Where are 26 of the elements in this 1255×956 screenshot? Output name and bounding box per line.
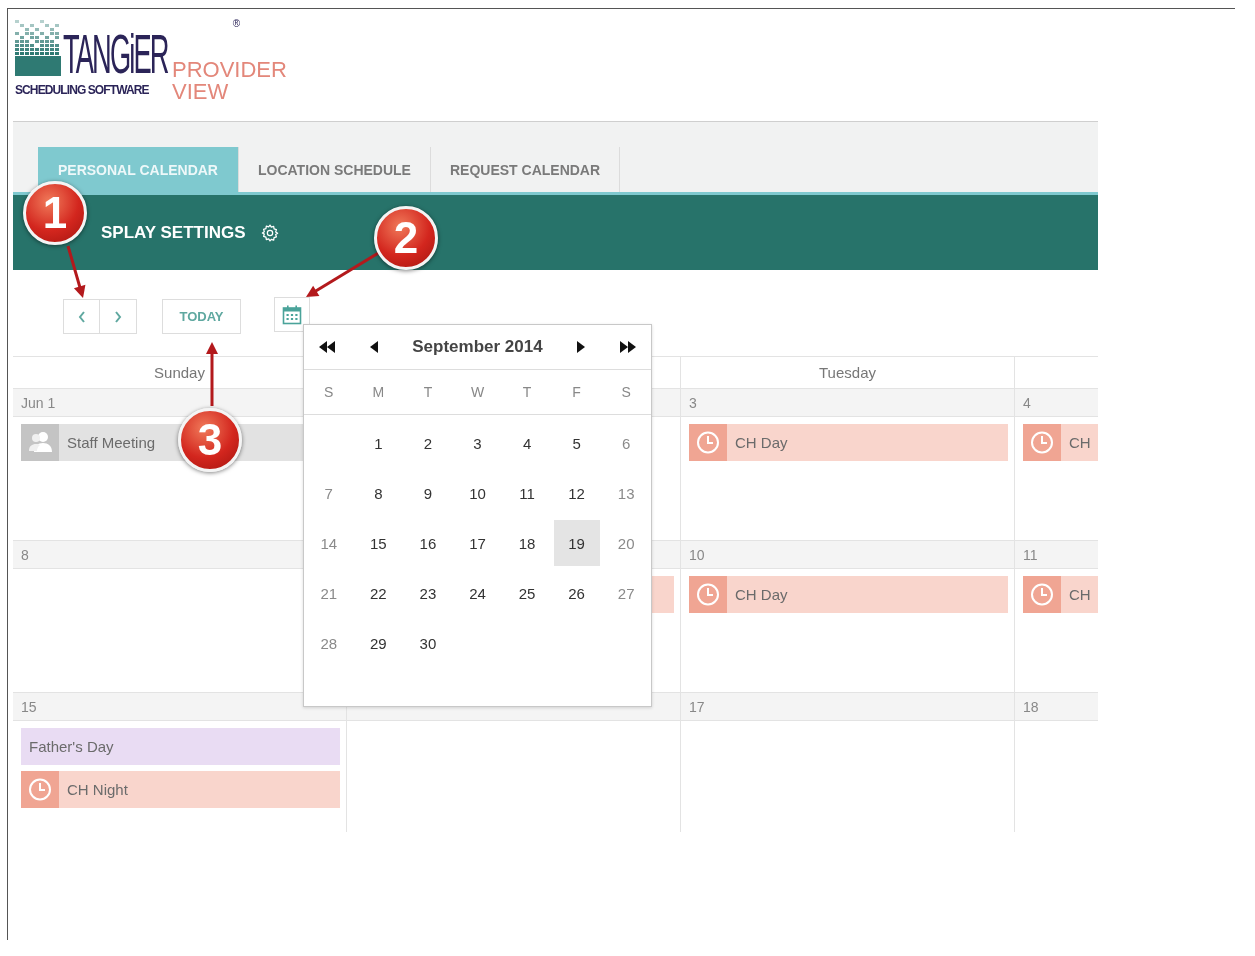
- registered-mark: ®: [232, 18, 241, 29]
- event-title: Father's Day: [29, 738, 114, 755]
- weekday-letter: M: [371, 384, 386, 400]
- date-strip: 15: [13, 692, 346, 721]
- product-title: VIEW: [172, 81, 230, 103]
- weekday-letter: S: [620, 384, 632, 400]
- step-marker: 3: [178, 408, 242, 472]
- event-title: CH Day: [735, 434, 788, 451]
- logo-tagline: SCHEDULING SOFTWARE: [15, 83, 149, 97]
- event-title: Staff Meeting: [67, 434, 156, 451]
- event-title: CH: [1069, 586, 1091, 603]
- weekday-letter: T: [521, 384, 533, 400]
- date-strip: 3: [681, 388, 1014, 417]
- event-title: CH Day: [735, 586, 788, 603]
- event-title: CH: [1069, 434, 1091, 451]
- weekday-letter: T: [422, 384, 434, 400]
- weekday-letter: F: [571, 384, 582, 400]
- product-title: PROVIDER: [172, 59, 287, 81]
- date-strip: 11: [1015, 540, 1098, 569]
- date-strip: 18: [1015, 692, 1098, 721]
- date-strip: 10: [681, 540, 1014, 569]
- event-title: CH Night: [67, 781, 128, 798]
- logo-wordmark: TANGiER: [63, 22, 168, 85]
- date-strip: 17: [681, 692, 1014, 721]
- weekday-letter: W: [469, 384, 486, 400]
- date-strip: 4: [1015, 388, 1098, 417]
